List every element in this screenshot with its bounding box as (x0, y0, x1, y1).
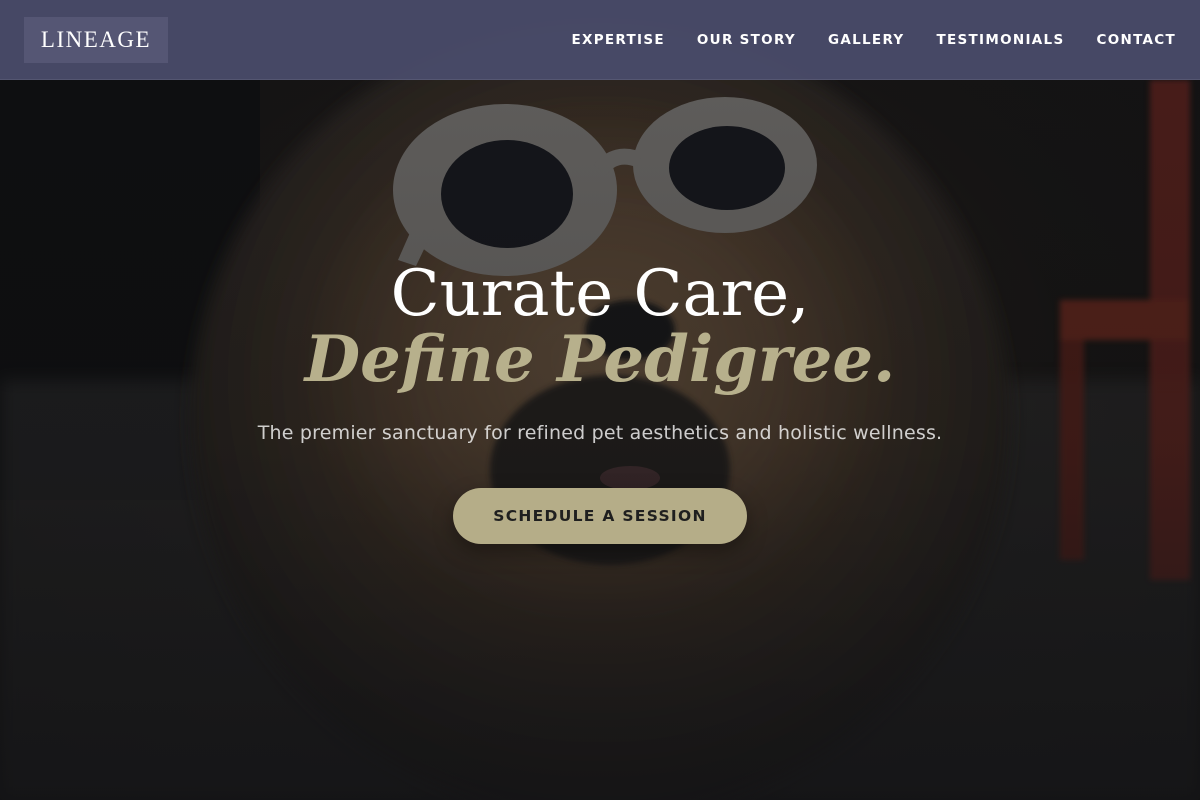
nav-link-our-story[interactable]: OUR STORY (697, 32, 796, 48)
brand-logo[interactable]: LINEAGE (24, 16, 168, 63)
hero-headline-primary: Curate Care, (390, 257, 810, 331)
hero-content: Curate Care, Define Pedigree. The premie… (0, 256, 1200, 544)
site-header: LINEAGE EXPERTISE OUR STORY GALLERY TEST… (0, 0, 1200, 80)
main-nav: EXPERTISE OUR STORY GALLERY TESTIMONIALS… (539, 32, 1176, 48)
hero-headline-accent: Define Pedigree. (304, 322, 896, 397)
nav-link-gallery[interactable]: GALLERY (828, 32, 905, 48)
hero-subtitle: The premier sanctuary for refined pet ae… (257, 422, 943, 444)
nav-link-testimonials[interactable]: TESTIMONIALS (936, 32, 1064, 48)
nav-link-expertise[interactable]: EXPERTISE (571, 32, 664, 48)
schedule-session-button[interactable]: SCHEDULE A SESSION (453, 488, 747, 544)
nav-link-contact[interactable]: CONTACT (1096, 32, 1176, 48)
